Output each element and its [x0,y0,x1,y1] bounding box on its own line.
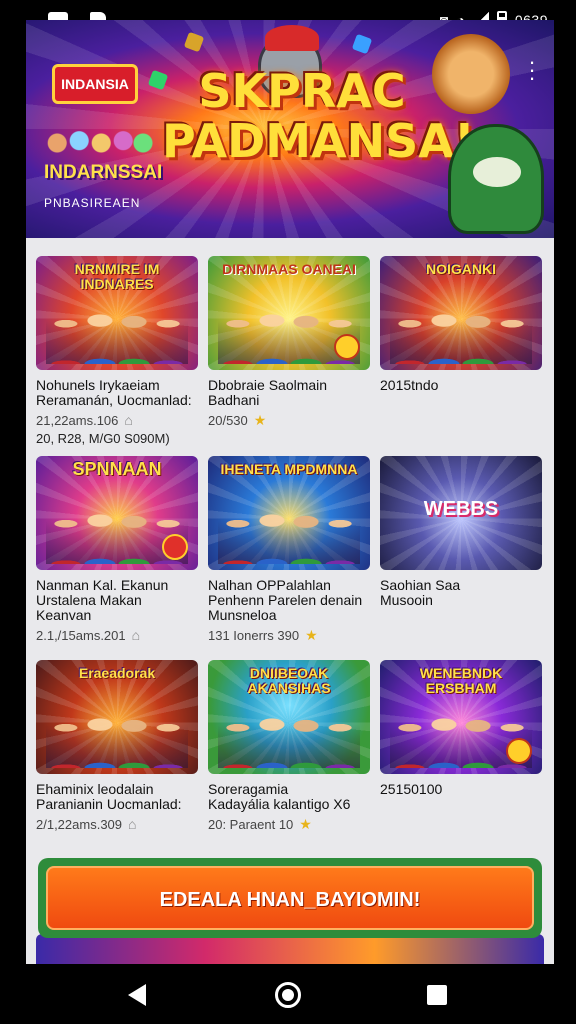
hero-banner[interactable]: INDANSIA INDARNSSAI PNBASIREAEN SKPRAC P… [26,20,554,238]
coin-badge-icon [334,334,360,360]
game-card[interactable]: NOIGANKI 2015tndo [380,256,542,393]
thumb-title: Eraeadorak [78,665,156,681]
thumb-title: IHENETA MPDMNNA [220,461,358,477]
characters-art [218,502,360,564]
game-card[interactable]: IHENETA MPDMNNA Nalhan OPPalahlan Penhen… [208,456,370,644]
thumb-title: NOIGANKI [426,261,496,277]
characters-art [46,706,188,768]
game-thumbnail[interactable]: Eraeadorak [36,660,198,774]
characters-art [218,706,360,768]
thumb-title: SPNNAAN [72,459,162,479]
game-thumbnail[interactable]: WENEBNDK ERSBHAM [380,660,542,774]
game-thumbnail[interactable]: DNIIBEOAK AKANSIHAS [208,660,370,774]
recents-icon[interactable] [427,985,447,1005]
game-card[interactable]: WEBBS Saohian Saa Musooin [380,456,542,608]
cta-container: EDEALA HNAN_BAYIOMIN! [38,858,542,938]
game-title[interactable]: Soreragamia Kadayália kalantigo X6 [208,782,370,812]
house-icon: ⌂ [131,627,141,643]
house-icon: ⌂ [124,412,133,428]
game-thumbnail[interactable]: WEBBS [380,456,542,570]
lion-character [432,34,510,114]
game-card[interactable]: Eraeadorak Ehaminix leodalain Paranianin… [36,660,198,832]
thumb-title: NRNMIRE IM INDNARES [74,261,160,292]
thumb-title: WENEBNDK ERSBHAM [419,665,503,696]
game-title[interactable]: 25150100 [380,782,542,797]
brand-logo: INDANSIA [52,64,138,104]
game-subtitle: 20, R28, M/G0 S090M) [36,431,170,446]
game-thumbnail[interactable]: SPNNAAN [36,456,198,570]
thumb-title: DNIIBEOAK AKANSIHAS [247,665,331,696]
thumb-title: DIRNMAAS OANEAI [222,261,356,277]
star-icon: ★ [305,627,318,643]
hero-subtitle: INDARNSSAI [44,162,163,183]
game-thumbnail[interactable]: DIRNMAAS OANEAI [208,256,370,370]
phone-screen: ◙ ◔ 0639 INDANSIA INDARNSSAI PNBASIREAEN… [0,0,576,1024]
game-meta: 131 Ionerrs 390 ★ [208,627,370,644]
game-card[interactable]: WENEBNDK ERSBHAM 25150100 [380,660,542,797]
more-menu-icon[interactable]: · · · [524,51,540,89]
coin-badge-icon [506,738,532,764]
back-icon[interactable] [128,984,146,1006]
coin-badge-icon [162,534,188,560]
game-title[interactable]: Nanman Kal. Ekanun Urstalena Makan Keanv… [36,578,198,623]
hero-title: SKPRAC PADMANSA! [162,64,475,168]
navigation-bar [0,964,576,1024]
home-icon[interactable] [275,982,301,1008]
game-title[interactable]: Saohian Saa Musooin [380,578,542,608]
characters-art [390,302,532,364]
game-title[interactable]: Nalhan OPPalahlan Penhenn Parelen denain… [208,578,370,623]
hero-tagline: PNBASIREAEN [44,196,141,210]
characters-art [46,302,188,364]
game-meta: 2/1,22ams.309 ⌂ [36,816,198,832]
meta-text: 21,22ams.106 [36,412,119,428]
game-title[interactable]: Nohunels Irykaeiam Reramanán, Uocmanlad: [36,378,198,408]
meta-text: 2/1,22ams.309 [36,816,123,832]
game-meta: 20/530 ★ [208,412,370,429]
game-card[interactable]: DIRNMAAS OANEAI Dbobraie Saolmain Badhan… [208,256,370,429]
game-thumbnail[interactable]: NRNMIRE IM INDNARES [36,256,198,370]
meta-text: 2.1,/15ams.201 [36,627,126,643]
game-card[interactable]: SPNNAAN Nanman Kal. Ekanun Urstalena Mak… [36,456,198,643]
game-meta: 21,22ams.106 ⌂ [36,412,198,428]
character-group [44,120,154,166]
app-view[interactable]: INDANSIA INDARNSSAI PNBASIREAEN SKPRAC P… [26,20,554,964]
meta-text: 131 Ionerrs 390 [208,628,300,643]
star-icon: ★ [299,816,312,832]
game-meta: 20: Paraent 10 ★ [208,816,370,833]
game-title[interactable]: Dbobraie Saolmain Badhani [208,378,370,408]
cta-button[interactable]: EDEALA HNAN_BAYIOMIN! [46,866,534,930]
next-row-peek [36,934,544,964]
meta-text: 20: Paraent 10 [208,817,294,832]
game-card[interactable]: DNIIBEOAK AKANSIHAS Soreragamia Kadayáli… [208,660,370,833]
game-thumbnail[interactable]: NOIGANKI [380,256,542,370]
game-thumbnail[interactable]: IHENETA MPDMNNA [208,456,370,570]
game-card[interactable]: NRNMIRE IM INDNARES Nohunels Irykaeiam R… [36,256,198,446]
thumb-title: WEBBS [423,498,499,520]
game-title[interactable]: Ehaminix leodalain Paranianin Uocmanlad: [36,782,198,812]
meta-text: 20/530 [208,413,248,428]
goblin-character [448,124,544,234]
game-meta: 2.1,/15ams.201 ⌂ [36,627,198,643]
game-title[interactable]: 2015tndo [380,378,542,393]
star-icon: ★ [253,412,267,428]
house-icon: ⌂ [128,816,137,832]
